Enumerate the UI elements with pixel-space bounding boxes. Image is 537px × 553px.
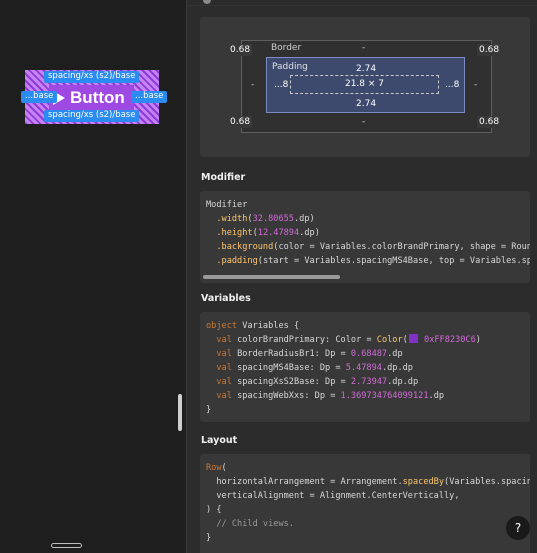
border-left-value: - [251, 80, 255, 90]
padding-top-value: 2.74 [356, 64, 377, 74]
border-top-value: - [362, 43, 366, 53]
spacing-tag-right: ...base [131, 91, 168, 103]
design-canvas[interactable]: Button spacing/xs (s2)/base spacing/xs (… [0, 0, 186, 553]
color-swatch [408, 334, 418, 343]
modifier-section-title: Modifier [201, 172, 246, 183]
radius-top-left: 0.68 [228, 44, 253, 56]
button-label: Button [70, 87, 125, 107]
radius-bottom-left: 0.68 [228, 116, 253, 128]
modifier-code-block[interactable]: Modifier .width(32.80655.dp) .height(12.… [200, 191, 530, 283]
spacing-tag-top: spacing/xs (s2)/base [44, 71, 140, 83]
inspect-panel: Border - - - - 0.68 0.68 0.68 0.68 Paddi… [186, 0, 537, 553]
border-bottom-value: - [362, 117, 366, 127]
box-model-diagram: Border - - - - 0.68 0.68 0.68 0.68 Paddi… [200, 17, 530, 157]
button-component[interactable]: Button [49, 85, 134, 110]
border-label: Border [271, 43, 302, 53]
padding-left-value: ...8 [274, 80, 289, 90]
radius-top-right: 0.68 [477, 44, 502, 56]
modifier-code-scrollbar[interactable] [203, 275, 340, 279]
layout-code-block[interactable]: Row( horizontalArrangement = Arrangement… [200, 454, 530, 553]
content-box: 21.8 × 7 [290, 75, 439, 94]
padding-label: Padding [272, 62, 308, 72]
padding-bottom-value: 2.74 [356, 99, 377, 109]
padding-right-value: ...8 [445, 80, 460, 90]
variables-code-block[interactable]: object Variables { val colorBrandPrimary… [200, 312, 530, 422]
spacing-tag-left: ...base [21, 91, 58, 103]
header-icon [203, 0, 211, 4]
help-button[interactable]: ? [506, 516, 530, 540]
panel-header-strip [187, 0, 537, 6]
variables-section-title: Variables [201, 293, 251, 304]
horizontal-scrollbar[interactable] [51, 543, 82, 548]
border-right-value: - [474, 80, 478, 90]
vertical-scrollbar[interactable] [178, 394, 182, 431]
radius-bottom-right: 0.68 [477, 116, 502, 128]
spacing-tag-bottom: spacing/xs (s2)/base [44, 110, 140, 122]
layout-section-title: Layout [201, 435, 238, 446]
